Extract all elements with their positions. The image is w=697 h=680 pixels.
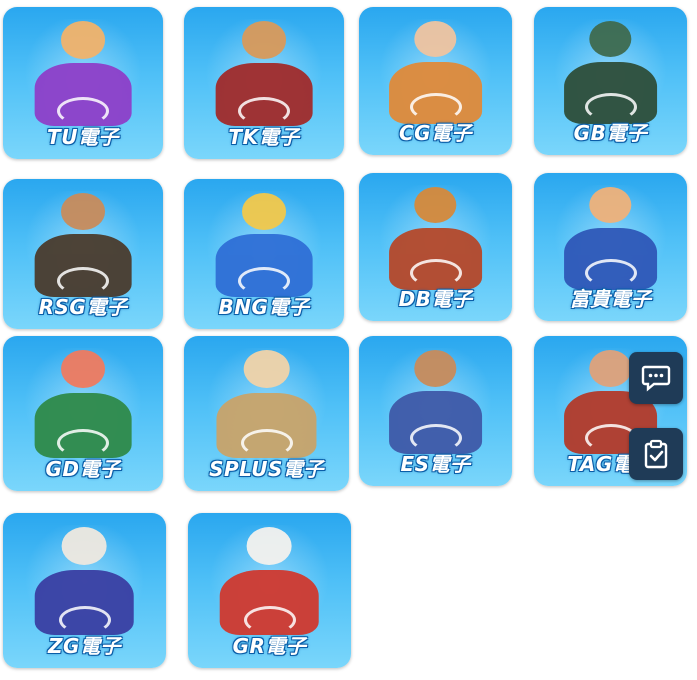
game-tile-label: GB電子 <box>573 121 648 145</box>
game-tile-label: DB電子 <box>398 287 473 311</box>
character-head <box>60 21 106 59</box>
game-tile-label: 富貴電子 <box>569 287 652 311</box>
game-tile-tu[interactable]: TU電子 <box>3 7 163 159</box>
chat-bubble-icon <box>641 365 671 392</box>
clipboard-check-icon <box>644 439 668 469</box>
game-tile-gr[interactable]: GR電子 <box>188 513 351 668</box>
character-head <box>589 350 632 388</box>
character-head <box>246 527 293 566</box>
game-tile-label: GD電子 <box>45 457 121 481</box>
game-tile-fugui[interactable]: 富貴電子 <box>534 173 687 321</box>
character-head <box>589 21 632 58</box>
character-head <box>243 350 290 389</box>
game-tile-label: TU電子 <box>47 125 119 149</box>
game-tile-cg[interactable]: CG電子 <box>359 7 512 155</box>
game-tile-label: ZG電子 <box>48 634 121 658</box>
game-tile-label: RSG電子 <box>38 295 128 319</box>
game-tile-zg[interactable]: ZG電子 <box>3 513 166 668</box>
game-tile-db[interactable]: DB電子 <box>359 173 512 321</box>
character-head <box>241 21 287 59</box>
game-tile-bng[interactable]: BNG電子 <box>184 179 344 329</box>
character-head <box>61 527 108 566</box>
game-tile-label: GR電子 <box>232 634 307 658</box>
game-tile-es[interactable]: ES電子 <box>359 336 512 486</box>
game-tile-rsg[interactable]: RSG電子 <box>3 179 163 329</box>
character-head <box>60 193 106 231</box>
character-head <box>414 187 457 224</box>
game-tile-label: CG電子 <box>398 121 473 145</box>
task-button[interactable] <box>629 428 683 480</box>
game-tile-splus[interactable]: SPLUS電子 <box>184 336 349 491</box>
character-head <box>241 193 287 231</box>
chat-button[interactable] <box>629 352 683 404</box>
game-tile-gd[interactable]: GD電子 <box>3 336 163 491</box>
character-head <box>60 350 106 389</box>
game-tile-tk[interactable]: TK電子 <box>184 7 344 159</box>
game-tile-label: TK電子 <box>228 125 300 149</box>
character-head <box>414 350 457 388</box>
game-tile-label: ES電子 <box>400 452 471 476</box>
character-head <box>589 187 632 224</box>
game-tile-gb[interactable]: GB電子 <box>534 7 687 155</box>
character-head <box>414 21 457 58</box>
game-tile-label: SPLUS電子 <box>209 457 324 481</box>
game-tile-label: BNG電子 <box>218 295 310 319</box>
